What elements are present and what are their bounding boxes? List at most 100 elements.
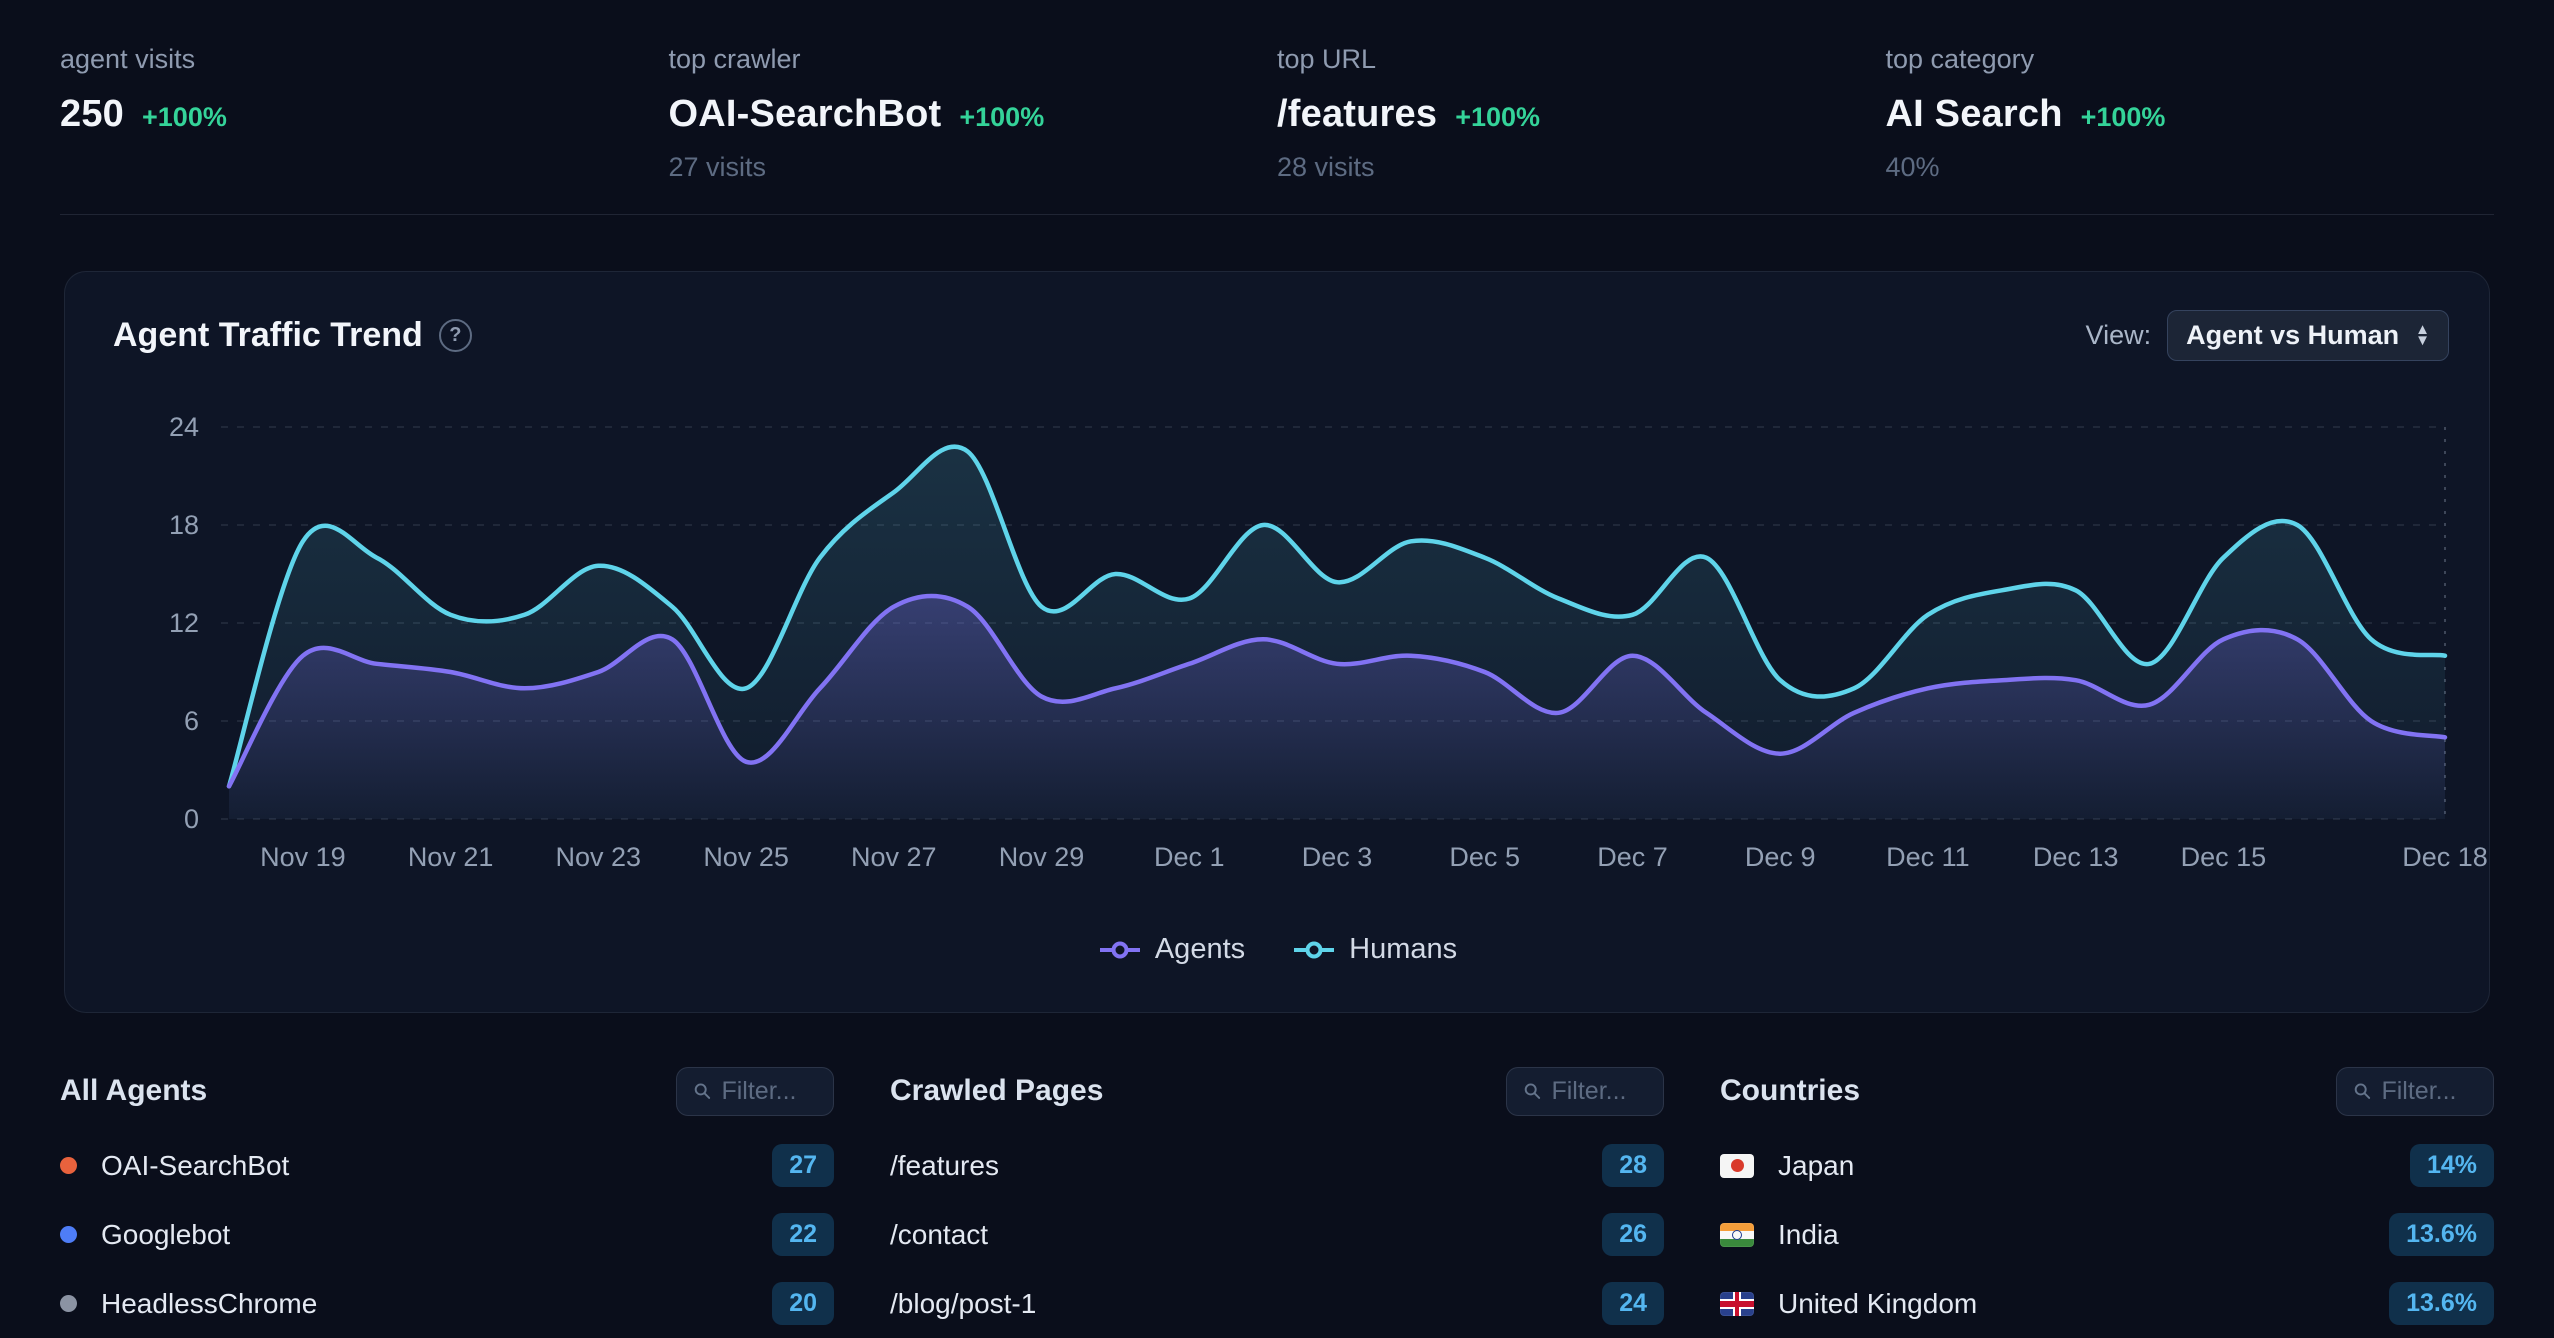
count-badge: 22: [772, 1213, 834, 1256]
stat-sub: 28 visits: [1277, 152, 1886, 184]
chart-legend: Agents Humans: [65, 933, 2489, 966]
percent-badge: 13.6%: [2389, 1282, 2494, 1325]
pages-filter: [1506, 1067, 1664, 1116]
all-agents-panel: All Agents OAI-SearchBot 27: [60, 1063, 834, 1338]
countries-filter-input[interactable]: [2381, 1077, 2477, 1106]
agent-name: HeadlessChrome: [101, 1288, 317, 1320]
stat-label: top crawler: [669, 44, 1278, 75]
svg-text:0: 0: [184, 804, 199, 834]
svg-text:Dec 13: Dec 13: [2033, 842, 2119, 872]
agent-dot: [60, 1157, 77, 1174]
stat-sub: [60, 152, 669, 184]
count-badge: 26: [1602, 1213, 1664, 1256]
svg-text:Dec 15: Dec 15: [2181, 842, 2267, 872]
svg-text:Nov 23: Nov 23: [556, 842, 642, 872]
agent-dot: [60, 1295, 77, 1312]
page-row[interactable]: /contact 26: [890, 1200, 1664, 1269]
traffic-trend-card: Agent Traffic Trend ? View: Agent vs Hum…: [64, 271, 2490, 1013]
stat-delta: +100%: [1455, 102, 1540, 133]
legend-item-humans[interactable]: Humans: [1291, 933, 1457, 966]
country-row[interactable]: Japan 14%: [1720, 1131, 2494, 1200]
agent-name: Googlebot: [101, 1219, 230, 1251]
search-icon: [693, 1079, 711, 1103]
stat-agent-visits: agent visits 250 +100%: [60, 44, 669, 184]
svg-text:Dec 11: Dec 11: [1886, 842, 1970, 872]
svg-text:12: 12: [169, 608, 199, 638]
page-path: /blog/post-1: [890, 1288, 1036, 1320]
svg-text:6: 6: [184, 706, 199, 736]
stat-value: 250: [60, 93, 124, 136]
japan-flag-icon: [1720, 1154, 1754, 1178]
search-icon: [1523, 1079, 1541, 1103]
page-path: /features: [890, 1150, 999, 1182]
svg-text:Dec 9: Dec 9: [1745, 842, 1816, 872]
svg-text:Dec 3: Dec 3: [1302, 842, 1373, 872]
svg-text:24: 24: [169, 412, 199, 442]
agents-filter-input[interactable]: [721, 1077, 817, 1106]
svg-text:18: 18: [169, 510, 199, 540]
page-row[interactable]: /features 28: [890, 1131, 1664, 1200]
stat-label: top category: [1886, 44, 2495, 75]
stat-label: agent visits: [60, 44, 669, 75]
svg-text:Dec 5: Dec 5: [1449, 842, 1520, 872]
view-select-dropdown[interactable]: Agent vs Human ▲▼: [2167, 310, 2449, 361]
country-name: Japan: [1778, 1150, 1854, 1182]
svg-text:Dec 1: Dec 1: [1154, 842, 1225, 872]
help-icon[interactable]: ?: [439, 319, 472, 352]
stat-top-url: top URL /features +100% 28 visits: [1277, 44, 1886, 184]
stat-sub: 27 visits: [669, 152, 1278, 184]
count-badge: 20: [772, 1282, 834, 1325]
count-badge: 28: [1602, 1144, 1664, 1187]
count-badge: 27: [772, 1144, 834, 1187]
view-select-value: Agent vs Human: [2186, 320, 2399, 351]
agents-filter: [676, 1067, 834, 1116]
stat-value: /features: [1277, 93, 1437, 136]
country-row[interactable]: India 13.6%: [1720, 1200, 2494, 1269]
agent-row[interactable]: OAI-SearchBot 27: [60, 1131, 834, 1200]
page-row[interactable]: /blog/post-1 24: [890, 1269, 1664, 1338]
page-path: /contact: [890, 1219, 988, 1251]
stats-row: agent visits 250 +100% top crawler OAI-S…: [0, 0, 2554, 184]
svg-text:Nov 21: Nov 21: [408, 842, 494, 872]
stat-value: OAI-SearchBot: [669, 93, 942, 136]
crawled-pages-panel: Crawled Pages /features 28: [890, 1063, 1664, 1338]
legend-item-agents[interactable]: Agents: [1097, 933, 1245, 966]
country-name: United Kingdom: [1778, 1288, 1977, 1320]
countries-filter: [2336, 1067, 2494, 1116]
view-label: View:: [2086, 320, 2152, 351]
panel-title: All Agents: [60, 1074, 207, 1108]
search-icon: [2353, 1079, 2371, 1103]
stat-delta: +100%: [142, 102, 227, 133]
stat-delta: +100%: [2081, 102, 2166, 133]
countries-panel: Countries Japan 14%: [1720, 1063, 2494, 1338]
agent-analytics-dashboard: agent visits 250 +100% top crawler OAI-S…: [0, 0, 2554, 1338]
stats-divider: [60, 214, 2494, 215]
svg-text:Dec 18: Dec 18: [2402, 842, 2488, 872]
agents-legend-marker: [1097, 940, 1143, 960]
legend-label: Humans: [1349, 933, 1457, 966]
stat-delta: +100%: [959, 102, 1044, 133]
svg-text:Dec 7: Dec 7: [1597, 842, 1668, 872]
count-badge: 24: [1602, 1282, 1664, 1325]
percent-badge: 14%: [2410, 1144, 2494, 1187]
country-row[interactable]: United Kingdom 13.6%: [1720, 1269, 2494, 1338]
humans-legend-marker: [1291, 940, 1337, 960]
panel-title: Countries: [1720, 1074, 1860, 1108]
stat-label: top URL: [1277, 44, 1886, 75]
svg-text:Nov 29: Nov 29: [999, 842, 1085, 872]
country-name: India: [1778, 1219, 1839, 1251]
lists-row: All Agents OAI-SearchBot 27: [0, 1013, 2554, 1338]
percent-badge: 13.6%: [2389, 1213, 2494, 1256]
india-flag-icon: [1720, 1223, 1754, 1247]
stat-value: AI Search: [1886, 93, 2063, 136]
pages-filter-input[interactable]: [1551, 1077, 1647, 1106]
agent-row[interactable]: HeadlessChrome 20: [60, 1269, 834, 1338]
chart-title: Agent Traffic Trend: [113, 316, 423, 355]
svg-text:Nov 19: Nov 19: [260, 842, 346, 872]
united-kingdom-flag-icon: [1720, 1292, 1754, 1316]
agent-row[interactable]: Googlebot 22: [60, 1200, 834, 1269]
legend-label: Agents: [1155, 933, 1245, 966]
svg-text:Nov 27: Nov 27: [851, 842, 937, 872]
stat-top-crawler: top crawler OAI-SearchBot +100% 27 visit…: [669, 44, 1278, 184]
stat-sub: 40%: [1886, 152, 2495, 184]
